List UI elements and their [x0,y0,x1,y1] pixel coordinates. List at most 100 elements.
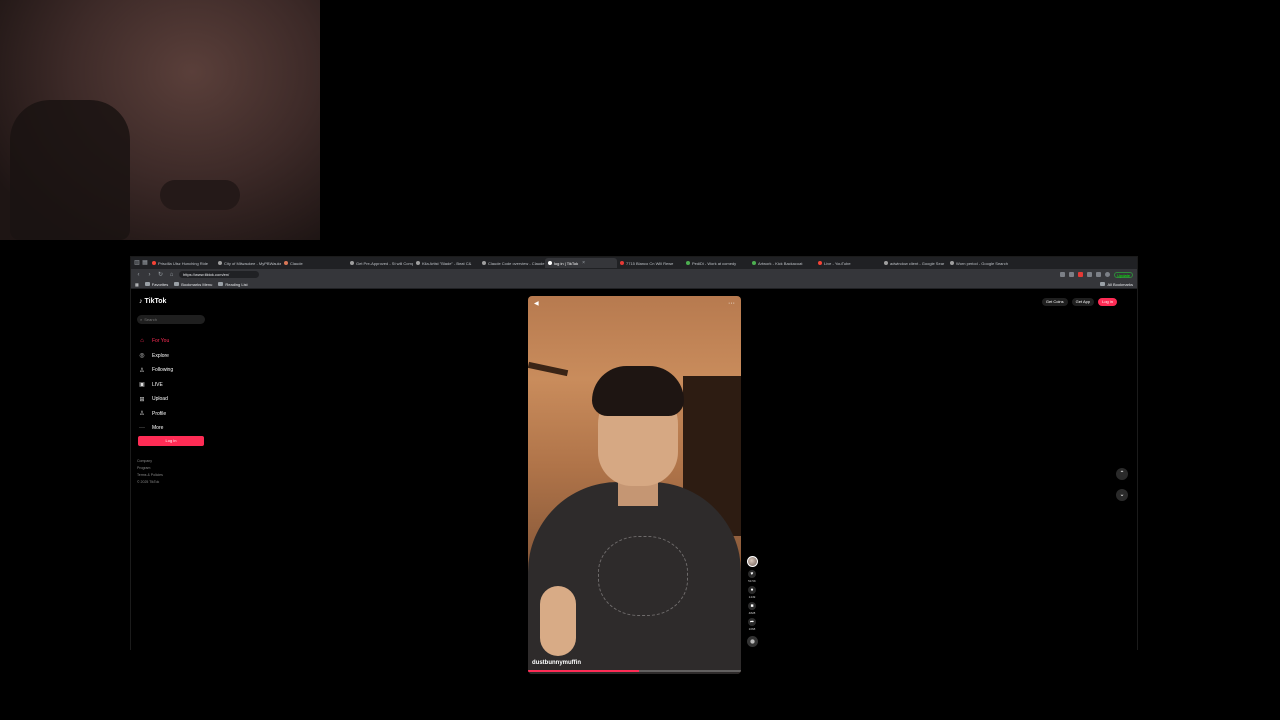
tab-title: City of Milwaukee - MyPBWaukee [224,260,281,266]
profile-icon[interactable] [1105,272,1111,277]
previous-video-icon[interactable]: ⌃ [1116,468,1128,480]
get-coins-button[interactable]: Get Coins [1041,298,1068,306]
browser-tab[interactable]: 7715 Blanco Cn Will Rewe [617,258,683,268]
tiktok-page: ♪ TikTok ⌕ Search ⌂ For You ◎ Explore ♙ Follo… [131,290,1137,674]
sidebar-item-more[interactable]: ··· More [139,421,205,436]
tab-favicon-icon [884,261,888,265]
sidebar-item-following[interactable]: ♙ Following [139,363,205,378]
tab-favicon-icon [482,261,486,265]
video-username[interactable]: dustbunnymuffin [532,660,581,666]
login-top-button[interactable]: Log in [1098,298,1117,306]
bookmark-icon: ■ [748,602,756,610]
update-button[interactable]: Update [1114,271,1133,278]
browser-tab[interactable]: Get Pre-Approved - St will Comp [347,258,413,268]
upload-icon: ⊞ [139,396,145,403]
bookmark-action[interactable]: ■ 4828 [748,602,756,615]
search-input[interactable]: ⌕ Search [137,315,205,324]
music-disc-icon[interactable] [746,636,758,647]
comment-icon: ● [748,586,756,594]
bookmark-item[interactable]: Favorites [144,281,169,287]
sidebar-item-for-you[interactable]: ⌂ For You [139,334,205,349]
tab-title: Priscilla Ulsz Hunching Ride [158,260,209,266]
footer-link[interactable]: Terms & Policies [137,472,163,479]
extension-icon[interactable] [1096,272,1102,277]
next-video-icon[interactable]: ⌄ [1116,489,1128,501]
volume-icon[interactable]: ◀ [534,300,539,307]
video-progress-bar[interactable] [528,670,741,672]
share-action[interactable]: ➦ 1068 [748,618,756,631]
browser-tab[interactable]: Worn period - Google Search [947,258,1013,268]
tab-group-icon[interactable]: ▦ [141,259,149,267]
action-count: 1449 [748,595,756,599]
tab-favicon-icon [284,261,288,265]
footer-link[interactable]: Company [137,458,163,465]
apps-icon[interactable]: ▦ [135,282,139,287]
all-bookmarks[interactable]: All Bookmarks [1100,281,1133,287]
more-options-icon[interactable]: ··· [728,300,735,307]
users-icon: ♙ [139,367,145,374]
profile-icon: ♙ [139,411,145,418]
sidebar-item-explore[interactable]: ◎ Explore [139,349,205,364]
browser-tab[interactable]: City of Milwaukee - MyPBWaukee [215,258,281,268]
browser-tab[interactable]: Kila Artist "Blade" - Beat C& [413,258,479,268]
home-icon: ⌂ [140,338,144,345]
bookmark-item[interactable]: Bookmarks Menu [174,281,213,287]
browser-tab[interactable]: Live - YouTube [815,258,881,268]
browser-tab[interactable]: log in | TikTok × [545,258,617,268]
search-placeholder: Search [144,317,157,322]
folder-icon [1100,281,1106,286]
top-right-actions: Get Coins Get App Log in [1041,298,1117,306]
shirt-graphic [598,536,688,616]
tab-title: log in | TikTok [554,260,579,266]
sidebar-item-live[interactable]: ▣ LIVE [139,378,205,393]
sidebar-item-profile[interactable]: ♙ Profile [139,407,205,422]
forward-icon[interactable]: › [146,272,153,278]
tab-favicon-icon [686,261,690,265]
heart-icon: ♥ [748,570,756,578]
tab-favicon-icon [350,261,354,265]
chair-arm [160,180,240,210]
tab-favicon-icon [152,261,156,265]
browser-tab[interactable]: Artwork - Kick Backacoat [749,258,815,268]
sidebar-toggle-icon[interactable]: ▥ [133,259,141,267]
bookmark-label: Favorites [151,281,169,287]
person-hand [540,586,576,656]
share-icon: ➦ [748,618,756,626]
browser-window: ▥ ▦ Priscilla Ulsz Hunching Ride City of … [130,256,1138,674]
browser-tab[interactable]: Claude [281,258,347,268]
browser-tab[interactable]: PediDi - Work at comedy [683,258,749,268]
compass-icon: ◎ [139,353,145,360]
address-bar[interactable]: https://www.tiktok.com/en/ [179,271,259,278]
tiktok-logo[interactable]: ♪ TikTok [139,298,166,305]
action-count: 53.5K [748,579,756,583]
extension-icon[interactable] [1069,272,1075,277]
tab-title: adwindow client - Google Sear [890,260,945,266]
browser-tab[interactable]: Priscilla Ulsz Hunching Ride [149,258,215,268]
creator-avatar[interactable] [746,556,758,567]
bookmark-item[interactable]: Reading List [218,281,248,287]
back-icon[interactable]: ‹ [135,272,142,278]
tab-favicon-icon [950,261,954,265]
extension-icon[interactable] [1078,272,1084,277]
sidebar-item-label: LIVE [152,381,163,388]
home-icon[interactable]: ⌂ [168,272,175,278]
bookmark-label: Bookmarks Menu [181,281,213,287]
heart-action[interactable]: ♥ 53.5K [748,570,756,583]
comment-action[interactable]: ● 1449 [748,586,756,599]
video-player[interactable]: ◀ ··· dustbunnymuffin [528,296,741,674]
browser-tab[interactable]: adwindow client - Google Sear [881,258,947,268]
sidebar-item-upload[interactable]: ⊞ Upload [139,392,205,407]
video-progress-fill [528,670,639,672]
browser-tab[interactable]: Claude Code overview - Claude [479,258,545,268]
login-button[interactable]: Log in [138,436,204,446]
footer-link[interactable]: Program [137,465,163,472]
ceiling-fan [528,361,569,377]
extension-icon[interactable] [1087,272,1093,277]
tab-title: Kila Artist "Blade" - Beat C& [422,260,472,266]
reload-icon[interactable]: ↻ [157,271,164,278]
close-tab-icon[interactable]: × [582,260,585,266]
search-icon: ⌕ [140,317,143,322]
extension-icon[interactable] [1060,272,1066,277]
get-app-button[interactable]: Get App [1071,298,1095,306]
action-bar: ♥ 53.5K ● 1449 ■ 4828 ➦ 1068 [745,556,759,647]
